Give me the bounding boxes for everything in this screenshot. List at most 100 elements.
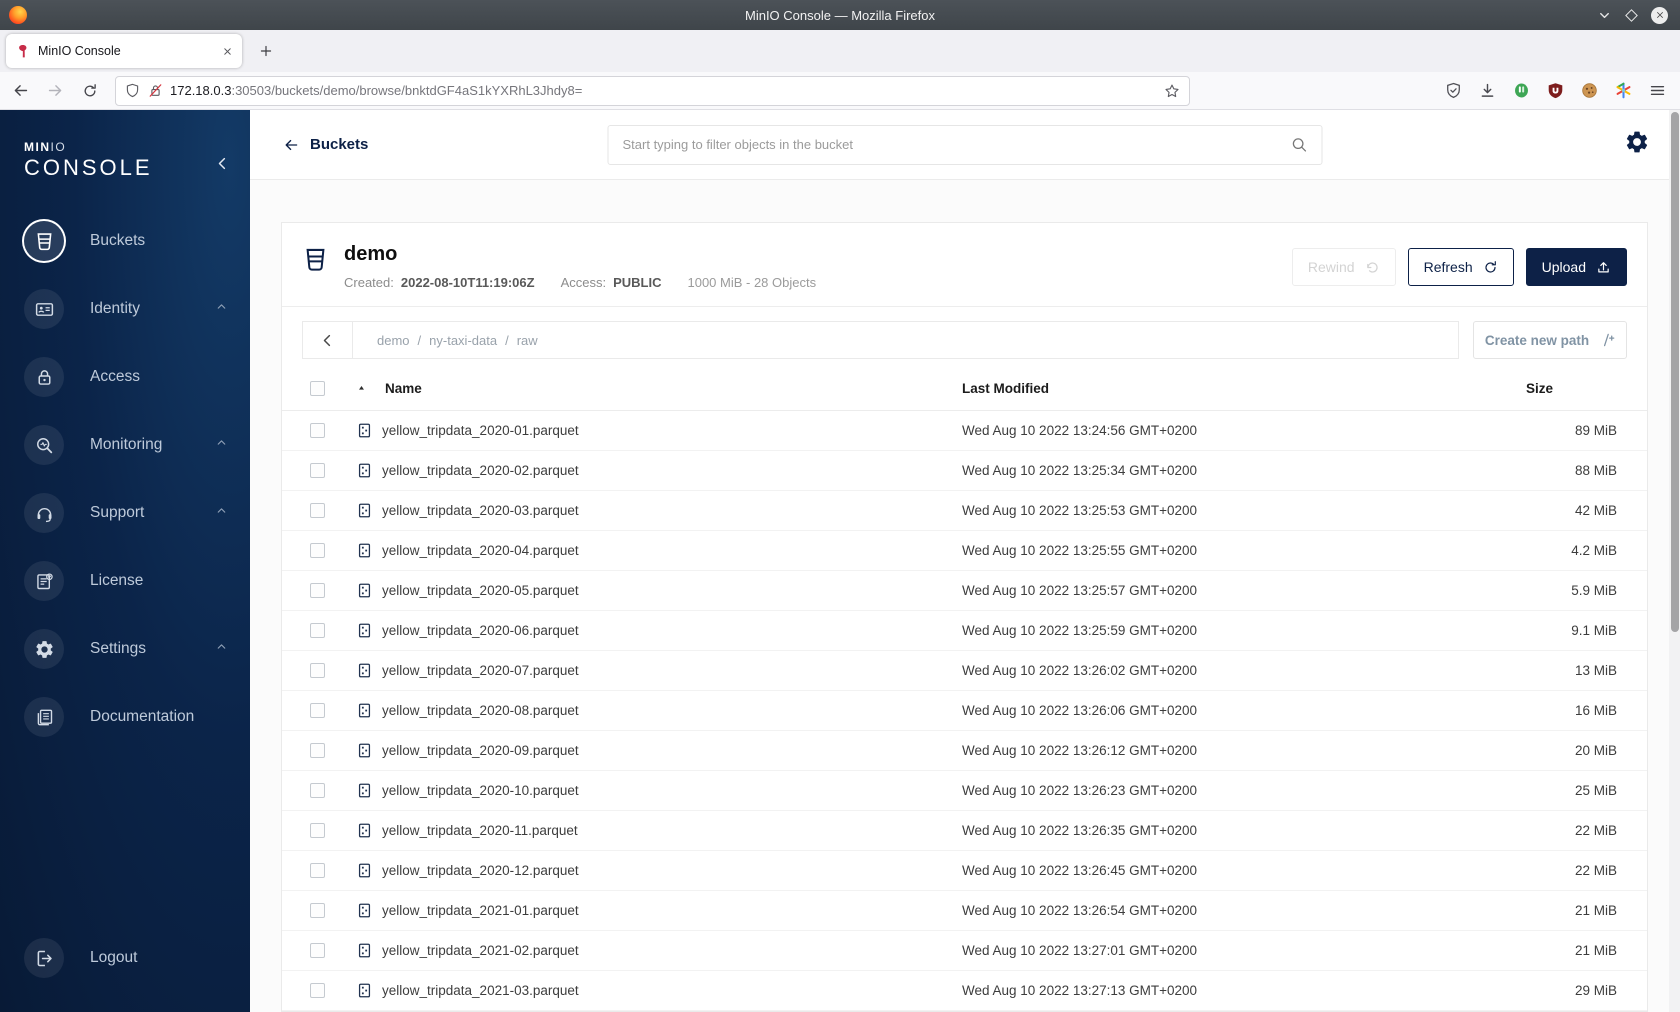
object-name[interactable]: yellow_tripdata_2020-07.parquet (382, 663, 579, 678)
object-name[interactable]: yellow_tripdata_2020-02.parquet (382, 463, 579, 478)
table-row[interactable]: yellow_tripdata_2020-10.parquet Wed Aug … (282, 771, 1647, 811)
table-row[interactable]: yellow_tripdata_2020-11.parquet Wed Aug … (282, 811, 1647, 851)
object-name[interactable]: yellow_tripdata_2020-12.parquet (382, 863, 579, 878)
upload-button[interactable]: Upload (1525, 248, 1627, 286)
access-value: PUBLIC (613, 275, 662, 290)
chevron-up-icon[interactable] (215, 300, 228, 318)
url-bar[interactable]: 172.18.0.3:30503/buckets/demo/browse/bnk… (115, 75, 1190, 106)
sidebar-item-license[interactable]: License (0, 547, 250, 615)
sidebar: MINIO CONSOLE Buckets Identity Access Mo (0, 110, 250, 1012)
tracking-protection-shield-icon[interactable] (125, 83, 140, 98)
scrollbar-thumb[interactable] (1670, 112, 1679, 632)
sidebar-item-logout[interactable]: Logout (0, 924, 250, 992)
cookie-extension-icon[interactable] (1581, 82, 1598, 99)
window-close-icon[interactable] (1651, 6, 1668, 24)
back-to-buckets-link[interactable]: Buckets (283, 136, 368, 153)
reload-button[interactable] (75, 77, 105, 105)
settings-gear-icon[interactable] (1624, 129, 1650, 160)
sidebar-collapse-icon[interactable] (215, 156, 230, 176)
breadcrumb-segment[interactable]: raw (517, 333, 538, 348)
object-size: 16 MiB (1574, 703, 1617, 718)
row-checkbox[interactable] (310, 743, 325, 758)
path-back-chevron[interactable] (303, 322, 353, 358)
table-row[interactable]: yellow_tripdata_2020-03.parquet Wed Aug … (282, 491, 1647, 531)
tab-close-icon[interactable] (222, 46, 233, 57)
chevron-up-icon[interactable] (215, 640, 228, 658)
row-checkbox[interactable] (310, 783, 325, 798)
row-checkbox[interactable] (310, 663, 325, 678)
row-checkbox[interactable] (310, 983, 325, 998)
table-row[interactable]: yellow_tripdata_2021-02.parquet Wed Aug … (282, 931, 1647, 971)
search-input[interactable] (622, 137, 1291, 152)
url-text[interactable]: 172.18.0.3:30503/buckets/demo/browse/bnk… (170, 83, 1164, 98)
insecure-lock-icon[interactable] (148, 83, 163, 98)
rewind-button[interactable]: Rewind (1291, 248, 1396, 286)
sidebar-item-monitoring[interactable]: Monitoring (0, 411, 250, 479)
object-name[interactable]: yellow_tripdata_2020-06.parquet (382, 623, 579, 638)
table-row[interactable]: yellow_tripdata_2020-06.parquet Wed Aug … (282, 611, 1647, 651)
sidebar-item-support[interactable]: Support (0, 479, 250, 547)
window-minimize-icon[interactable] (1597, 8, 1612, 23)
colorful-extension-icon[interactable] (1615, 82, 1632, 99)
column-header-name[interactable]: Name (356, 381, 962, 396)
chevron-up-icon[interactable] (215, 504, 228, 522)
new-tab-button[interactable] (252, 37, 280, 65)
sidebar-item-settings[interactable]: Settings (0, 615, 250, 683)
green-extension-icon[interactable] (1513, 82, 1530, 99)
row-checkbox[interactable] (310, 423, 325, 438)
table-row[interactable]: yellow_tripdata_2020-05.parquet Wed Aug … (282, 571, 1647, 611)
object-name[interactable]: yellow_tripdata_2020-03.parquet (382, 503, 579, 518)
breadcrumb-segment[interactable]: demo (377, 333, 410, 348)
row-checkbox[interactable] (310, 903, 325, 918)
row-checkbox[interactable] (310, 943, 325, 958)
sidebar-item-documentation[interactable]: Documentation (0, 683, 250, 751)
object-name[interactable]: yellow_tripdata_2021-02.parquet (382, 943, 579, 958)
browser-tab[interactable]: MinIO Console (6, 34, 242, 68)
table-row[interactable]: yellow_tripdata_2020-02.parquet Wed Aug … (282, 451, 1647, 491)
downloads-icon[interactable] (1479, 82, 1496, 99)
object-name[interactable]: yellow_tripdata_2021-03.parquet (382, 983, 579, 998)
page-scrollbar[interactable] (1669, 110, 1680, 1012)
breadcrumb-segment[interactable]: ny-taxi-data (429, 333, 497, 348)
ublock-extension-icon[interactable] (1547, 82, 1564, 99)
back-button[interactable] (5, 77, 35, 105)
row-checkbox[interactable] (310, 503, 325, 518)
row-checkbox[interactable] (310, 703, 325, 718)
object-name[interactable]: yellow_tripdata_2020-01.parquet (382, 423, 579, 438)
row-checkbox[interactable] (310, 583, 325, 598)
object-name[interactable]: yellow_tripdata_2020-09.parquet (382, 743, 579, 758)
row-checkbox[interactable] (310, 823, 325, 838)
object-name[interactable]: yellow_tripdata_2020-05.parquet (382, 583, 579, 598)
row-checkbox[interactable] (310, 623, 325, 638)
object-name[interactable]: yellow_tripdata_2020-04.parquet (382, 543, 579, 558)
chevron-up-icon[interactable] (215, 436, 228, 454)
sidebar-item-access[interactable]: Access (0, 343, 250, 411)
bookmark-star-icon[interactable] (1164, 83, 1180, 99)
table-row[interactable]: yellow_tripdata_2020-09.parquet Wed Aug … (282, 731, 1647, 771)
object-file-icon (356, 622, 373, 639)
table-row[interactable]: yellow_tripdata_2020-08.parquet Wed Aug … (282, 691, 1647, 731)
sidebar-item-identity[interactable]: Identity (0, 275, 250, 343)
table-row[interactable]: yellow_tripdata_2020-04.parquet Wed Aug … (282, 531, 1647, 571)
refresh-button[interactable]: Refresh (1407, 248, 1514, 286)
table-row[interactable]: yellow_tripdata_2020-01.parquet Wed Aug … (282, 411, 1647, 451)
select-all-checkbox[interactable] (310, 381, 325, 396)
support-headset-icon (24, 493, 64, 533)
table-row[interactable]: yellow_tripdata_2021-03.parquet Wed Aug … (282, 971, 1647, 1011)
menu-hamburger-icon[interactable] (1649, 82, 1666, 99)
create-new-path-button[interactable]: Create new path (1473, 321, 1627, 359)
row-checkbox[interactable] (310, 863, 325, 878)
object-name[interactable]: yellow_tripdata_2020-10.parquet (382, 783, 579, 798)
table-row[interactable]: yellow_tripdata_2020-12.parquet Wed Aug … (282, 851, 1647, 891)
object-name[interactable]: yellow_tripdata_2021-01.parquet (382, 903, 579, 918)
object-name[interactable]: yellow_tripdata_2020-08.parquet (382, 703, 579, 718)
protections-shield-icon[interactable] (1445, 82, 1462, 99)
row-checkbox[interactable] (310, 543, 325, 558)
object-name[interactable]: yellow_tripdata_2020-11.parquet (382, 823, 578, 838)
table-row[interactable]: yellow_tripdata_2020-07.parquet Wed Aug … (282, 651, 1647, 691)
row-checkbox[interactable] (310, 463, 325, 478)
window-maximize-icon[interactable] (1625, 8, 1638, 22)
table-row[interactable]: yellow_tripdata_2021-01.parquet Wed Aug … (282, 891, 1647, 931)
forward-button[interactable] (40, 77, 70, 105)
sidebar-item-buckets[interactable]: Buckets (0, 207, 250, 275)
